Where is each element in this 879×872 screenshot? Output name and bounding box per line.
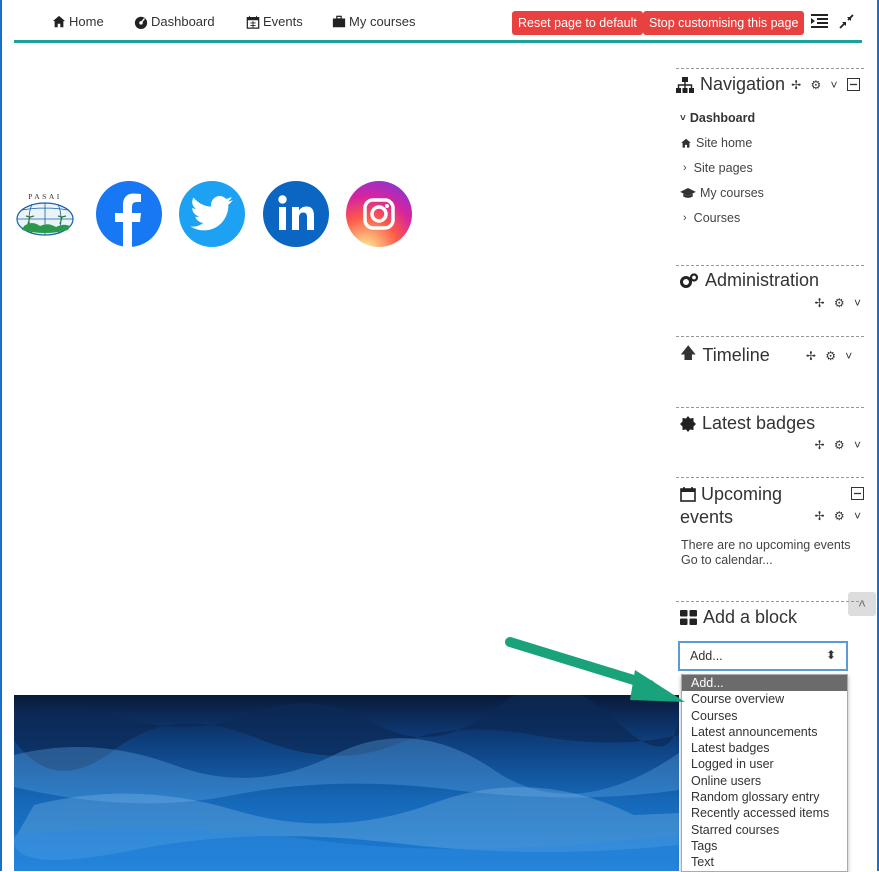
add-block-block: Add a block (676, 601, 864, 642)
dropdown-option[interactable]: Logged in user (682, 756, 847, 772)
dropdown-option[interactable]: Recently accessed items (682, 805, 847, 821)
pasai-logo: PASAI (14, 190, 76, 238)
dashboard-icon (134, 16, 148, 29)
upcoming-events-block-controls[interactable]: ✢ ⚙ ˅ (815, 509, 865, 523)
dropdown-option[interactable]: Starred courses (682, 822, 847, 838)
upcoming-events-title-1: Upcoming (701, 484, 783, 504)
nav-events[interactable]: Events (246, 14, 303, 29)
navigation-block: Navigation ✢ ⚙ ˅ (676, 68, 864, 95)
home-icon (681, 138, 691, 148)
upcoming-events-header: Upcoming events (680, 484, 782, 528)
nav-tree-courses[interactable]: › Courses (680, 211, 740, 225)
administration-block-header: Administration (676, 270, 864, 291)
graduation-cap-icon (680, 187, 696, 198)
stop-customising-button[interactable]: Stop customising this page (643, 11, 805, 35)
timeline-block-controls[interactable]: ✢ ⚙ ˅ (806, 349, 856, 363)
nav-tree-site-home[interactable]: Site home (680, 136, 752, 150)
nav-home-label: Home (69, 14, 104, 29)
facebook-icon[interactable] (96, 181, 162, 247)
nav-mycourses-label: My courses (349, 14, 416, 29)
dropdown-option[interactable]: Online users (682, 773, 847, 789)
dropdown-option[interactable]: Courses (682, 708, 847, 724)
nav-home[interactable]: Home (52, 14, 104, 29)
home-icon (52, 15, 66, 27)
arrow-up-icon: 🡅 (680, 345, 697, 362)
th-large-icon (680, 610, 697, 625)
linkedin-icon[interactable] (263, 181, 329, 247)
latest-badges-block-header: Latest badges (676, 413, 864, 434)
timeline-block-header: 🡅 Timeline ✢ ⚙ ˅ (676, 342, 864, 369)
timeline-title: Timeline (702, 345, 770, 365)
latest-badges-block-controls[interactable]: ✢ ⚙ ˅ (815, 438, 865, 452)
indent-icon[interactable] (811, 14, 828, 33)
minimize-block-icon[interactable] (846, 78, 860, 91)
dropdown-option[interactable]: Course overview (682, 691, 847, 707)
cogs-icon (680, 272, 699, 288)
calendar-icon (680, 486, 696, 507)
upcoming-events-block: Upcoming events ✢ ⚙ ˅ (676, 477, 864, 588)
chevron-right-icon: › (683, 162, 687, 174)
administration-title: Administration (705, 270, 820, 290)
nav-tree-site-pages[interactable]: › Site pages (680, 161, 753, 175)
nav-tree-label: Dashboard (689, 111, 756, 125)
chevron-down-icon: ˅ (680, 112, 686, 124)
add-block-title: Add a block (703, 607, 798, 627)
administration-block: Administration ✢ ⚙ ˅ (676, 265, 864, 326)
navigation-title: Navigation (700, 74, 786, 94)
add-block-select[interactable]: Add... ⬍ (678, 641, 848, 671)
navigation-block-controls[interactable]: ✢ ⚙ ˅ (791, 78, 841, 92)
minimize-block-icon[interactable] (851, 487, 864, 500)
briefcase-icon (332, 15, 346, 27)
twitter-icon[interactable] (179, 181, 245, 247)
navigation-block-header: Navigation ✢ ⚙ ˅ (676, 74, 864, 95)
calendar-icon (246, 15, 260, 29)
go-to-calendar-link[interactable]: Go to calendar... (681, 553, 773, 567)
nav-events-label: Events (263, 14, 303, 29)
nav-tree-label: Site pages (693, 161, 753, 175)
latest-badges-title: Latest badges (702, 413, 816, 433)
dropdown-option[interactable]: Latest badges (682, 740, 847, 756)
add-block-select-value: Add... (690, 649, 723, 663)
chevron-right-icon: › (683, 212, 687, 224)
badge-icon (680, 415, 696, 432)
page-frame-left (0, 0, 2, 871)
no-upcoming-events-text: There are no upcoming events (681, 538, 851, 552)
nav-tree-my-courses[interactable]: My courses (680, 186, 764, 200)
administration-block-controls[interactable]: ✢ ⚙ ˅ (815, 296, 865, 310)
nav-tree-label: Site home (696, 136, 753, 150)
instagram-icon[interactable] (346, 181, 412, 247)
nav-tree-dashboard[interactable]: ˅ Dashboard (680, 111, 755, 125)
annotation-arrow-icon (505, 637, 685, 702)
dropdown-option[interactable]: Tags (682, 838, 847, 854)
dropdown-option[interactable]: Add... (682, 675, 847, 692)
svg-text:PASAI: PASAI (28, 192, 61, 201)
nav-dashboard[interactable]: Dashboard (134, 14, 215, 29)
dropdown-option[interactable]: Latest announcements (682, 724, 847, 740)
add-block-dropdown: Add... Course overview Courses Latest an… (681, 674, 848, 872)
nav-dashboard-label: Dashboard (151, 14, 215, 29)
sitemap-icon (676, 76, 694, 93)
select-arrows-icon: ⬍ (825, 648, 836, 662)
dropdown-option[interactable]: Random glossary entry (682, 789, 847, 805)
collapse-arrows-icon[interactable] (839, 14, 854, 34)
latest-badges-block: Latest badges ✢ ⚙ ˅ (676, 407, 864, 468)
timeline-block: 🡅 Timeline ✢ ⚙ ˅ (676, 336, 864, 397)
nav-tree-label: Courses (693, 211, 741, 225)
top-navbar: Home Dashboard Events My courses Reset p… (14, 0, 862, 43)
upcoming-events-title-2: events (680, 507, 734, 527)
add-block-header: Add a block (676, 607, 864, 628)
nav-mycourses[interactable]: My courses (332, 14, 415, 29)
reset-page-button[interactable]: Reset page to default (512, 11, 643, 35)
nav-tree-label: My courses (700, 186, 764, 200)
ocean-background-image (14, 695, 679, 871)
dropdown-option[interactable]: Text (682, 854, 847, 870)
